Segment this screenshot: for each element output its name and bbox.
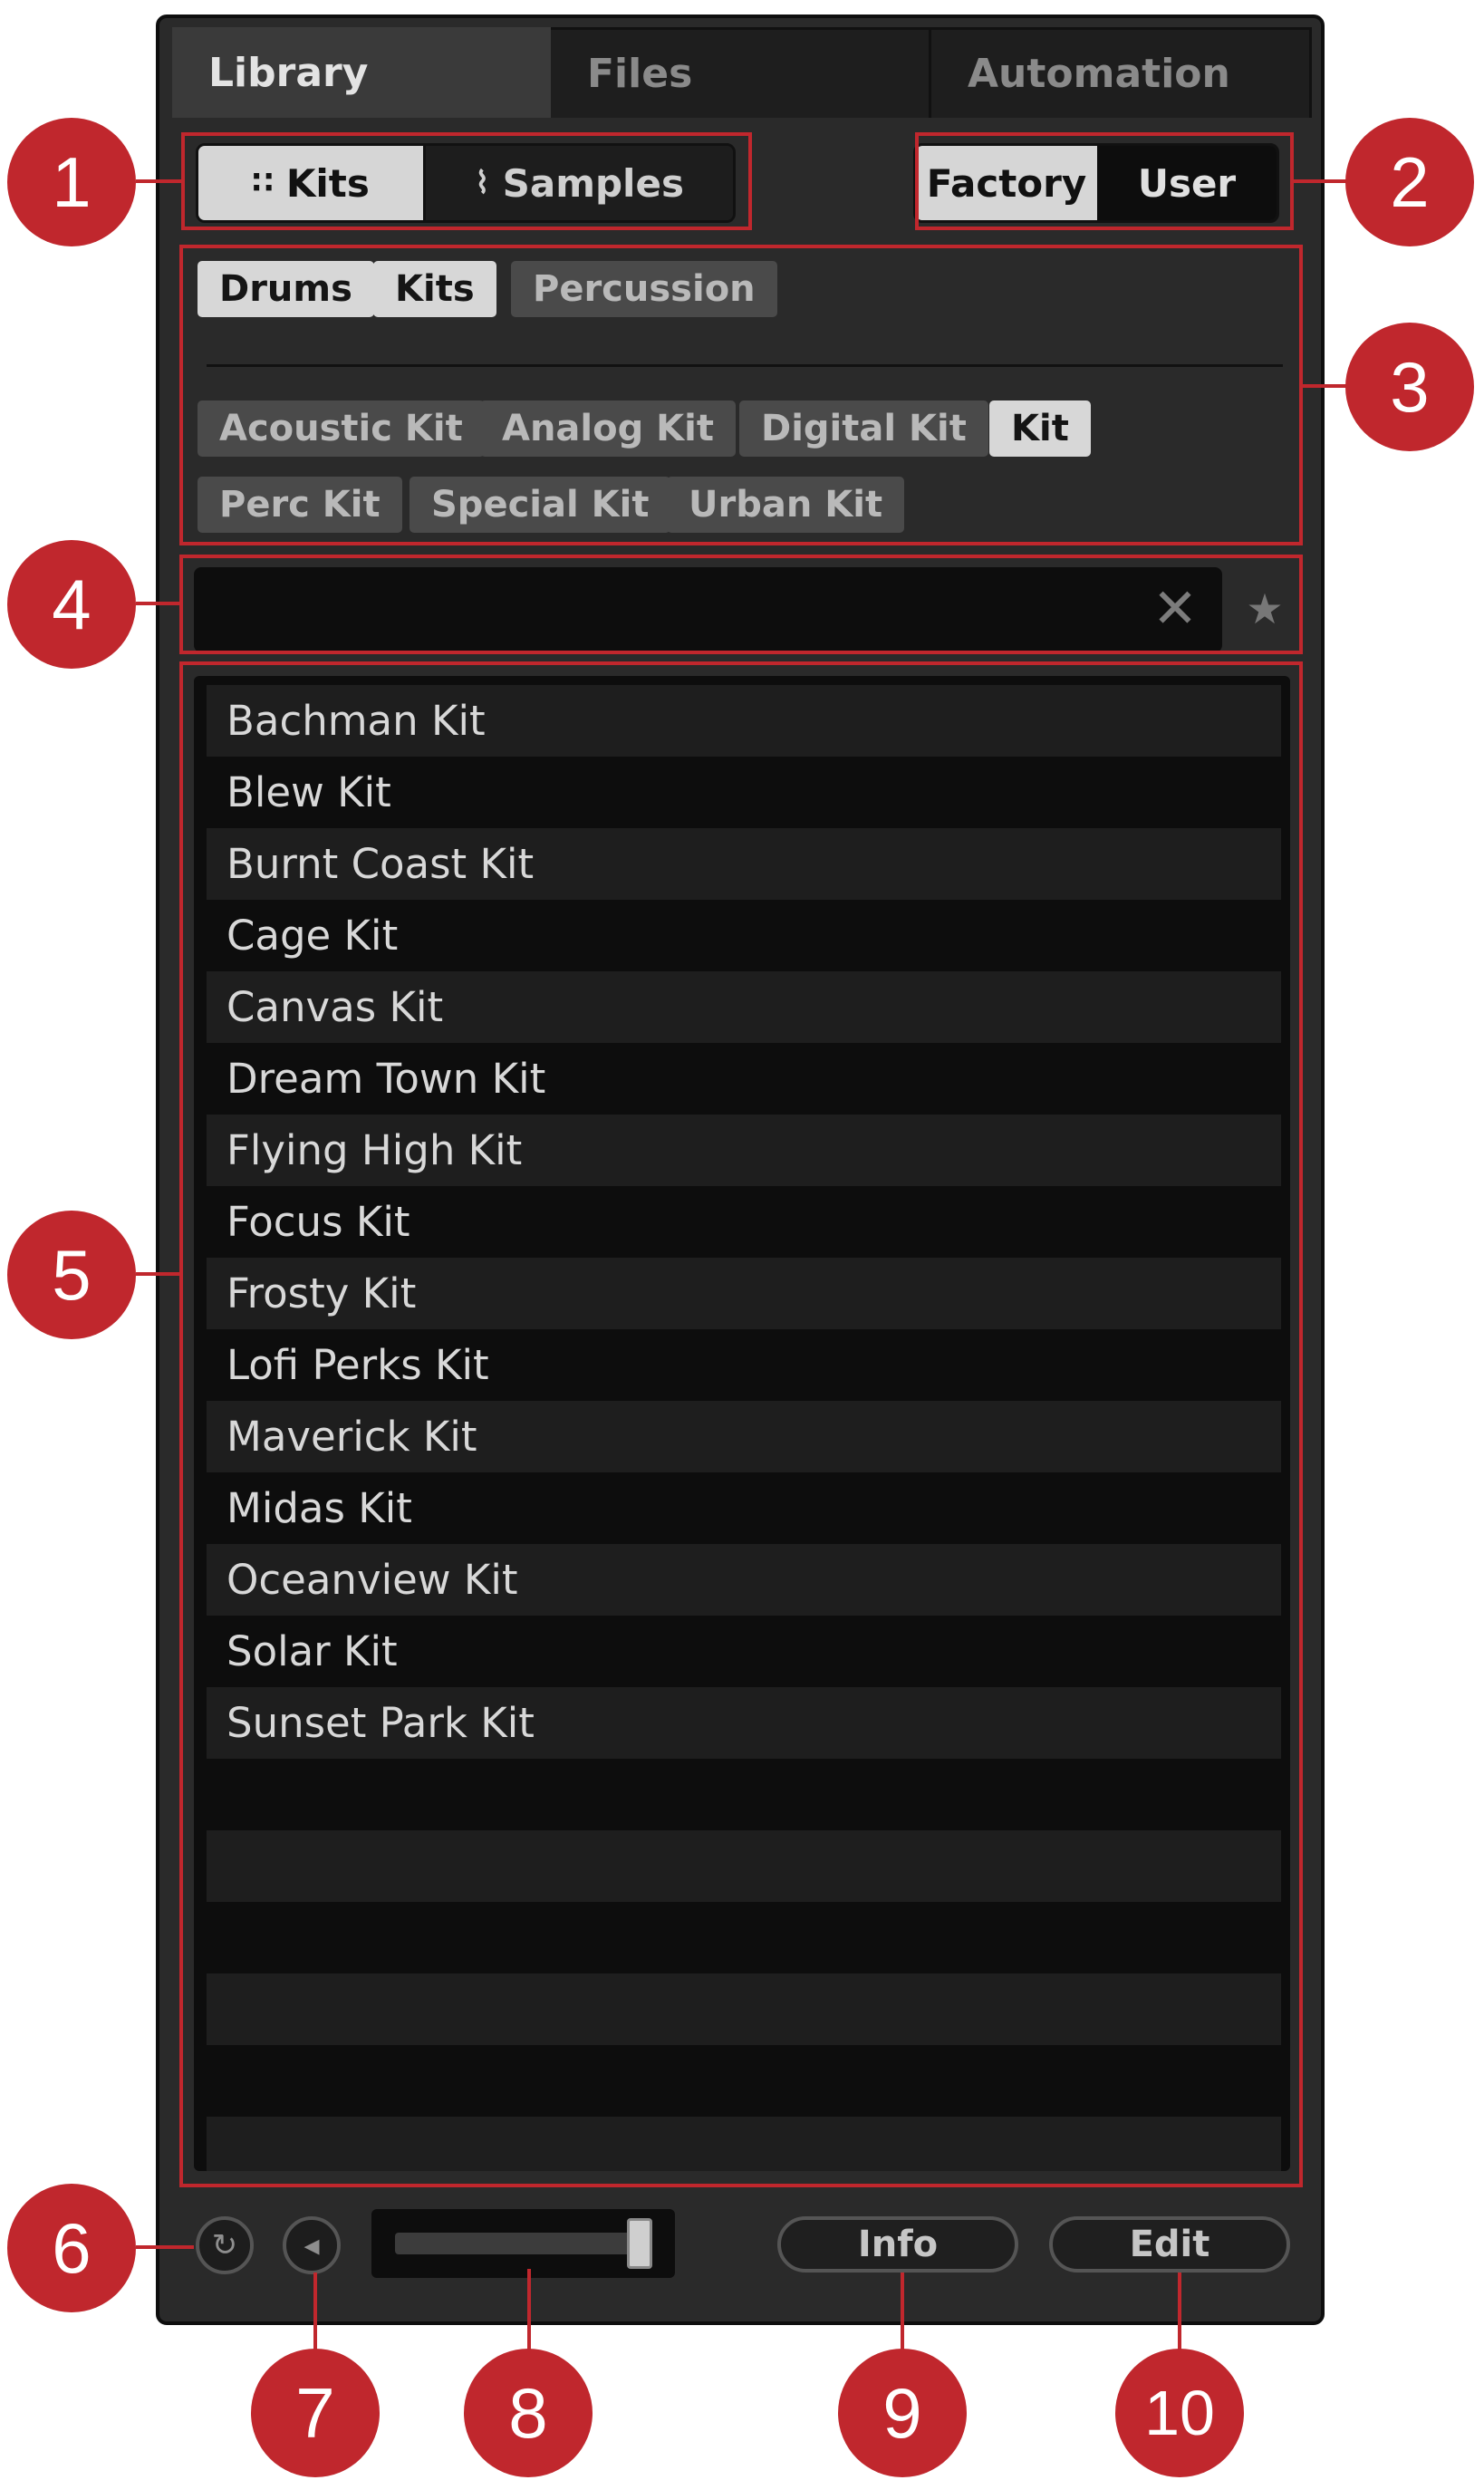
tab-library[interactable]: Library — [172, 27, 551, 118]
annotation-box-1 — [181, 132, 752, 230]
leader-line — [1303, 384, 1350, 388]
leader-line — [1178, 2273, 1181, 2359]
callout-6: 6 — [7, 2184, 136, 2312]
annotation-box-5 — [179, 661, 1303, 2187]
slider-handle[interactable] — [627, 2218, 652, 2269]
callout-7: 7 — [251, 2349, 380, 2477]
callout-2: 2 — [1345, 118, 1474, 246]
callout-3: 3 — [1345, 323, 1474, 451]
leader-line — [136, 2245, 194, 2249]
callout-4: 4 — [7, 540, 136, 669]
leader-line — [136, 1272, 181, 1276]
speaker-icon[interactable]: ◂ — [283, 2216, 341, 2274]
callout-8: 8 — [464, 2349, 593, 2477]
annotation-box-4 — [179, 555, 1303, 654]
callout-1: 1 — [7, 118, 136, 246]
leader-line — [136, 179, 183, 183]
info-button[interactable]: Info — [777, 2216, 1018, 2273]
tab-automation[interactable]: Automation — [931, 27, 1312, 118]
callout-5: 5 — [7, 1211, 136, 1339]
leader-line — [901, 2273, 904, 2359]
callout-10: 10 — [1115, 2349, 1244, 2477]
tab-files[interactable]: Files — [551, 27, 931, 118]
edit-button[interactable]: Edit — [1049, 2216, 1290, 2273]
leader-line — [136, 602, 181, 605]
leader-line — [527, 2269, 531, 2359]
refresh-icon[interactable]: ↻ — [196, 2216, 254, 2274]
callout-9: 9 — [838, 2349, 967, 2477]
prehear-volume-slider[interactable] — [371, 2209, 675, 2278]
annotation-box-3 — [179, 245, 1303, 545]
slider-groove — [395, 2233, 640, 2254]
annotation-box-2 — [915, 132, 1294, 230]
tab-bar: Library Files Automation — [172, 27, 1312, 118]
leader-line — [313, 2273, 317, 2359]
leader-line — [1294, 179, 1348, 183]
